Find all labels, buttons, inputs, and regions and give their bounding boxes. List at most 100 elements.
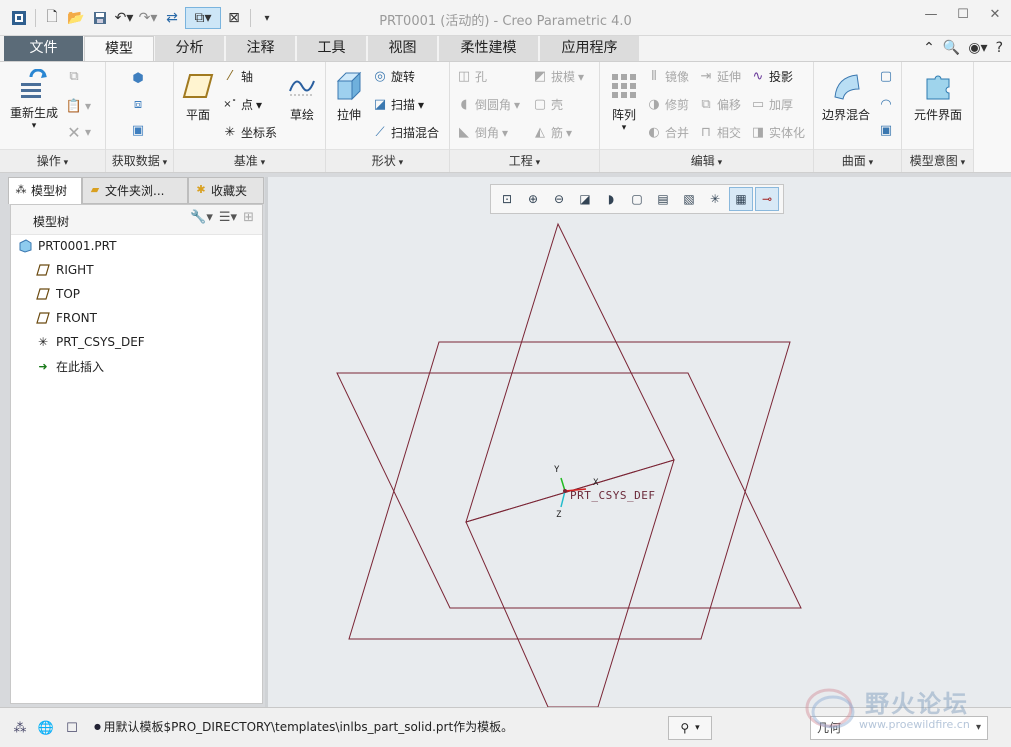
freestyle-icon[interactable]: ◠ bbox=[878, 96, 894, 112]
trim-button[interactable]: ◑ 修剪 bbox=[646, 96, 689, 113]
tab-annotate[interactable]: 注释 bbox=[226, 36, 296, 61]
component-interface-button[interactable]: 元件界面 bbox=[908, 70, 968, 123]
spin-center-icon[interactable]: ⊸ bbox=[755, 187, 779, 211]
datum-display-icon[interactable]: ✳ bbox=[703, 187, 727, 211]
group-label[interactable]: 曲面 bbox=[814, 149, 901, 172]
group-label[interactable]: 形状 bbox=[326, 149, 449, 172]
merge-button[interactable]: ◐ 合并 bbox=[646, 124, 689, 141]
group-label[interactable]: 模型意图 bbox=[902, 149, 973, 172]
project-button[interactable]: ∿ 投影 bbox=[750, 68, 793, 85]
group-engineering: ◫ 孔 ◩ 拔模 ▾ ◖ 倒圆角 ▾ ▢ 壳 ◣ 倒角 ▾ ◭ 筋 ▾ 工程 bbox=[450, 62, 600, 172]
view-manager-icon[interactable]: ▤ bbox=[651, 187, 675, 211]
thicken-button[interactable]: ▭ 加厚 bbox=[750, 96, 793, 113]
revolve-button[interactable]: ◎ 旋转 bbox=[372, 68, 415, 85]
sweep-button[interactable]: ◪ 扫描 ▾ bbox=[372, 96, 424, 113]
search-icon[interactable]: 🔍 bbox=[943, 40, 960, 56]
chamfer-button[interactable]: ◣ 倒角 ▾ bbox=[456, 124, 508, 141]
tree-item-top[interactable]: TOP bbox=[35, 283, 80, 305]
csys-button[interactable]: ✳ 坐标系 bbox=[222, 124, 277, 141]
swept-blend-button[interactable]: ⟋ 扫描混合 bbox=[372, 124, 439, 141]
point-button[interactable]: ×˟ 点 ▾ bbox=[222, 96, 262, 113]
tab-analysis[interactable]: 分析 bbox=[155, 36, 225, 61]
graphics-window[interactable]: Y X Z PRT_CSYS_DEF ⊡ ⊕ ⊖ ◪ ◗ ▢ ▤ ▧ ✳ ▦ ⊸ bbox=[268, 177, 1011, 707]
regenerate-button[interactable]: 重新生成 ▾ bbox=[8, 68, 60, 131]
group-label[interactable]: 获取数据 bbox=[106, 149, 173, 172]
tab-model[interactable]: 模型 bbox=[84, 36, 154, 61]
user-defined-feature-icon[interactable]: ⬢ bbox=[130, 70, 146, 86]
copy-icon[interactable]: ⧉ bbox=[66, 68, 82, 84]
style-icon[interactable]: ▣ bbox=[878, 122, 894, 138]
sweep-icon: ◪ bbox=[373, 97, 387, 112]
extrude-button[interactable]: 拉伸 bbox=[332, 70, 366, 123]
shrinkwrap-icon[interactable]: ▣ bbox=[130, 122, 146, 138]
shell-button[interactable]: ▢ 壳 bbox=[532, 96, 563, 113]
tab-view[interactable]: 视图 bbox=[368, 36, 438, 61]
tree-item-part[interactable]: PRT0001.PRT bbox=[17, 235, 116, 257]
extend-icon: ⇥ bbox=[700, 69, 712, 84]
copy-geometry-icon[interactable]: ⧈ bbox=[130, 96, 146, 112]
status-message: 用默认模板$PRO_DIRECTORY\templates\inlbs_part… bbox=[94, 718, 514, 735]
tab-file[interactable]: 文件 bbox=[4, 36, 84, 61]
group-label[interactable]: 工程 bbox=[450, 149, 599, 172]
fill-surface-icon[interactable]: ▢ bbox=[878, 68, 894, 84]
selection-filter-dropdown[interactable]: 几何 bbox=[810, 716, 988, 740]
csys-label[interactable]: PRT_CSYS_DEF bbox=[570, 489, 655, 502]
find-button[interactable]: ⚲ ▾ bbox=[668, 716, 712, 740]
intersect-button[interactable]: ⊓ 相交 bbox=[698, 124, 741, 141]
tab-favorites[interactable]: ✱ 收藏夹 bbox=[188, 177, 264, 204]
full-screen-icon[interactable]: ☐ bbox=[62, 718, 82, 738]
tree-item-csys[interactable]: ✳ PRT_CSYS_DEF bbox=[35, 331, 145, 353]
pattern-button[interactable]: 阵列 ▾ bbox=[606, 70, 642, 133]
delete-icon[interactable]: ✕ ▾ bbox=[66, 123, 91, 142]
datum-plane-icon bbox=[35, 310, 51, 326]
offset-icon: ⧉ bbox=[701, 97, 711, 112]
tab-applications[interactable]: 应用程序 bbox=[540, 36, 640, 61]
offset-button[interactable]: ⧉ 偏移 bbox=[698, 96, 741, 113]
saved-orientations-icon[interactable]: ▢ bbox=[625, 187, 649, 211]
zoom-out-icon[interactable]: ⊖ bbox=[547, 187, 571, 211]
group-label[interactable]: 操作 bbox=[0, 149, 105, 172]
browser-toggle-icon[interactable]: 🌐 bbox=[36, 718, 56, 738]
tree-item-front[interactable]: FRONT bbox=[35, 307, 97, 329]
tab-folder-browser[interactable]: ▰ 文件夹浏... bbox=[82, 177, 188, 204]
sketch-button[interactable]: 草绘 bbox=[284, 70, 320, 123]
zoom-in-icon[interactable]: ⊕ bbox=[521, 187, 545, 211]
help-icon[interactable]: ? bbox=[996, 40, 1003, 56]
tree-item-right[interactable]: RIGHT bbox=[35, 259, 94, 281]
navigator-toggle-icon[interactable]: ⁂ bbox=[10, 718, 30, 738]
tree-item-insert-here[interactable]: ➜ 在此插入 bbox=[35, 355, 104, 377]
display-style-icon[interactable]: ◗ bbox=[599, 187, 623, 211]
minimize-icon[interactable]: — bbox=[923, 6, 939, 22]
close-icon[interactable]: ✕ bbox=[987, 6, 1003, 22]
draft-icon: ◩ bbox=[533, 69, 547, 84]
tab-flexible-modeling[interactable]: 柔性建模 bbox=[439, 36, 539, 61]
tab-model-tree[interactable]: ⁂ 模型树 bbox=[8, 177, 82, 204]
collapse-ribbon-icon[interactable]: ⌃ bbox=[923, 40, 935, 56]
refit-icon[interactable]: ⊡ bbox=[495, 187, 519, 211]
tree-filter-icon[interactable]: ⊞ bbox=[243, 210, 254, 225]
plane-button[interactable]: 平面 bbox=[180, 70, 216, 123]
swept-blend-icon: ⟋ bbox=[375, 125, 385, 140]
tree-columns-icon[interactable]: ☰▾ bbox=[219, 210, 237, 225]
perspective-icon[interactable]: ▧ bbox=[677, 187, 701, 211]
paste-icon[interactable]: 📋 ▾ bbox=[66, 98, 91, 114]
round-button[interactable]: ◖ 倒圆角 ▾ bbox=[456, 96, 520, 113]
group-label[interactable]: 基准 bbox=[174, 149, 325, 172]
hole-button[interactable]: ◫ 孔 bbox=[456, 68, 487, 85]
extend-button[interactable]: ⇥ 延伸 bbox=[698, 68, 741, 85]
group-get-data: ⬢ ⧈ ▣ 获取数据 bbox=[106, 62, 174, 172]
axis-button[interactable]: ⁄ 轴 bbox=[222, 68, 253, 85]
solidify-button[interactable]: ◨ 实体化 bbox=[750, 124, 805, 141]
tree-settings-icon[interactable]: 🔧▾ bbox=[190, 210, 213, 225]
community-icon[interactable]: ◉▾ bbox=[968, 40, 987, 56]
tab-tools[interactable]: 工具 bbox=[297, 36, 367, 61]
annotation-display-icon[interactable]: ▦ bbox=[729, 187, 753, 211]
repaint-icon[interactable]: ◪ bbox=[573, 187, 597, 211]
group-editing: 阵列 ▾ ⫴ 镜像 ⇥ 延伸 ∿ 投影 ◑ 修剪 ⧉ 偏移 ▭ 加厚 ◐ 合并 ⊓ 相交 ◨ 实体… bbox=[600, 62, 814, 172]
rib-button[interactable]: ◭ 筋 ▾ bbox=[532, 124, 572, 141]
mirror-button[interactable]: ⫴ 镜像 bbox=[646, 68, 689, 85]
draft-button[interactable]: ◩ 拔模 ▾ bbox=[532, 68, 584, 85]
boundary-blend-button[interactable]: 边界混合 bbox=[818, 70, 874, 123]
group-label[interactable]: 编辑 bbox=[600, 149, 813, 172]
maximize-icon[interactable]: ☐ bbox=[955, 6, 971, 22]
